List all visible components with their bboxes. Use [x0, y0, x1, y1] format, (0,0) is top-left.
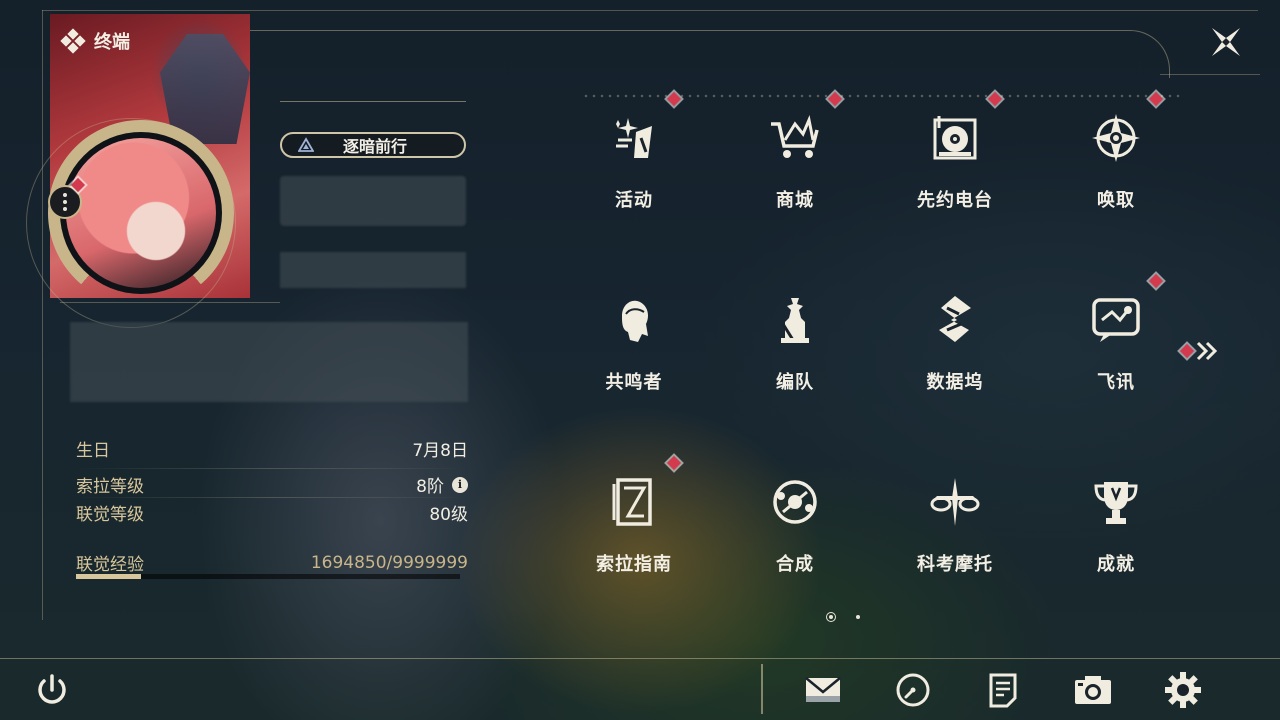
camera-button[interactable]	[1071, 668, 1115, 712]
menu-item-label: 先约电台	[917, 190, 993, 211]
sparkle-icon	[616, 118, 652, 158]
mail-button[interactable]	[801, 668, 845, 712]
notification-badge	[666, 455, 682, 471]
synthesis-orb-icon	[773, 480, 817, 524]
frame-tick-line	[1160, 74, 1260, 75]
blurred-signature	[70, 322, 468, 402]
bottom-bar-separator	[761, 664, 763, 714]
frame-left-line	[42, 10, 43, 620]
menu-item-label: 唤取	[1097, 190, 1135, 211]
avatar-face-image	[66, 138, 216, 288]
trophy-icon	[1094, 482, 1138, 524]
camera-icon	[1075, 676, 1111, 704]
info-icon[interactable]: i	[452, 476, 468, 493]
mail-icon	[805, 677, 841, 702]
chess-pieces-icon	[781, 298, 809, 343]
menu-item-motorbike[interactable]: 科考摩托	[875, 448, 1035, 608]
menu-item-shopping-cart[interactable]: 商城	[715, 84, 875, 244]
menu-item-compass-star[interactable]: 唤取	[1036, 84, 1196, 244]
notification-badge	[827, 91, 843, 107]
menu-item-label: 索拉指南	[596, 554, 672, 575]
stat-union-exp: 联觉经验 1694850/9999999	[76, 552, 468, 576]
compass-star-icon	[1092, 114, 1140, 162]
diamond-cluster-icon	[60, 28, 86, 54]
clock-icon	[896, 673, 930, 707]
page-header: 终端	[60, 28, 130, 54]
page-dot-1[interactable]	[826, 612, 836, 622]
data-dock-icon	[939, 296, 971, 342]
menu-item-data-dock[interactable]: 数据坞	[875, 266, 1035, 426]
settings-button[interactable]	[1161, 668, 1205, 712]
record-player-icon	[933, 116, 977, 160]
menu-item-character-head[interactable]: 共鸣者	[554, 266, 714, 426]
close-button[interactable]	[1208, 24, 1244, 60]
menu-item-record-player[interactable]: 先约电台	[875, 84, 1035, 244]
motorbike-icon	[930, 478, 980, 526]
sol-level-value: 8阶	[416, 477, 444, 497]
notification-badge	[1148, 273, 1164, 289]
menu-item-message-bubble[interactable]: 飞讯	[1036, 266, 1196, 426]
menu-item-label: 飞讯	[1097, 372, 1135, 393]
notification-badge	[987, 91, 1003, 107]
pagination	[826, 612, 860, 622]
page-title: 终端	[94, 32, 130, 53]
menu-item-label: 共鸣者	[605, 372, 663, 393]
frame-top-line	[42, 10, 1258, 11]
player-title-button[interactable]: 逐暗前行	[280, 132, 466, 158]
menu-item-label: 数据坞	[926, 372, 984, 393]
stat-divider	[76, 497, 468, 498]
clock-button[interactable]	[891, 668, 935, 712]
double-chevron-right-icon	[1196, 341, 1218, 361]
guide-book-icon	[612, 478, 652, 526]
notification-badge	[666, 91, 682, 107]
blurred-player-name	[280, 176, 466, 226]
exp-progress-fill	[76, 574, 142, 579]
bottom-bar-line	[0, 658, 1280, 659]
blurred-player-id	[280, 252, 466, 288]
menu-item-label: 商城	[776, 190, 814, 211]
menu-item-guide-book[interactable]: 索拉指南	[554, 448, 714, 608]
menu-item-label: 成就	[1097, 554, 1135, 575]
power-icon	[38, 674, 66, 704]
stat-union-level: 联觉等级 80级	[76, 505, 468, 525]
notes-button[interactable]	[981, 668, 1025, 712]
menu-item-trophy[interactable]: 成就	[1036, 448, 1196, 608]
close-icon	[1212, 28, 1240, 56]
triangle-emblem-icon	[298, 137, 314, 152]
page-dot-2[interactable]	[856, 615, 860, 619]
menu-item-label: 科考摩托	[917, 554, 993, 575]
menu-item-chess-pieces[interactable]: 编队	[715, 266, 875, 426]
menu-item-label: 活动	[615, 190, 653, 211]
power-button[interactable]	[30, 668, 74, 712]
notification-badge	[1148, 91, 1164, 107]
notes-icon	[989, 673, 1017, 708]
shopping-cart-icon	[771, 114, 819, 158]
message-bubble-icon	[1092, 298, 1140, 342]
frame-arc-line	[250, 30, 1170, 78]
stat-birthday: 生日 7月8日	[76, 441, 468, 461]
next-page-button[interactable]	[1179, 338, 1222, 364]
settings-gear-icon	[1165, 672, 1201, 708]
character-head-icon	[622, 300, 648, 342]
stat-sol-level: 索拉等级 8阶 i	[76, 472, 468, 497]
portrait-divider	[60, 302, 280, 303]
player-title-text: 逐暗前行	[342, 137, 407, 156]
name-divider	[280, 101, 466, 102]
menu-item-label: 编队	[776, 372, 814, 393]
menu-item-label: 合成	[776, 554, 814, 575]
menu-item-synthesis-orb[interactable]: 合成	[715, 448, 875, 608]
menu-item-sparkle[interactable]: 活动	[554, 84, 714, 244]
stat-divider	[76, 468, 468, 469]
